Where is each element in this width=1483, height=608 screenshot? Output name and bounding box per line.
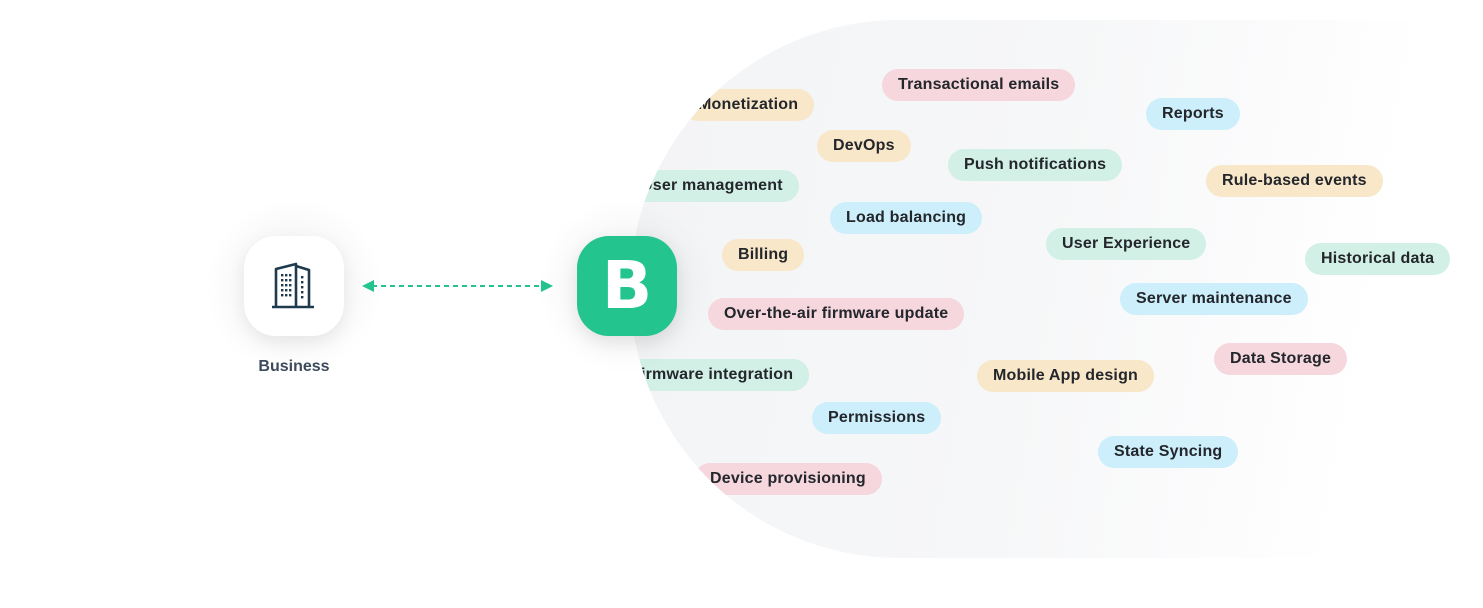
- tag-reports: Reports: [1146, 98, 1240, 130]
- building-icon: [272, 262, 314, 309]
- tag-permissions: Permissions: [812, 402, 942, 434]
- tag-server-maintenance: Server maintenance: [1120, 283, 1308, 315]
- tag-rule-based-events: Rule-based events: [1206, 165, 1383, 197]
- business-node: [244, 236, 344, 336]
- tag-ota-firmware-update: Over-the-air firmware update: [708, 298, 965, 330]
- bidirectional-arrow-connector: [362, 280, 553, 292]
- tag-transactional-emails: Transactional emails: [882, 69, 1076, 101]
- business-label: Business: [258, 358, 330, 375]
- features-cloud: Transactional emails Monetization Report…: [630, 20, 1483, 558]
- tag-user-experience: User Experience: [1046, 228, 1207, 260]
- tag-devops: DevOps: [817, 130, 911, 162]
- tag-push-notifications: Push notifications: [948, 149, 1123, 181]
- tag-state-syncing: State Syncing: [1098, 436, 1239, 468]
- tag-device-provisioning: Device provisioning: [694, 463, 882, 495]
- brand-letter: B: [601, 247, 653, 324]
- tag-user-management: User management: [630, 170, 799, 202]
- tag-mobile-app-design: Mobile App design: [977, 360, 1155, 392]
- tag-data-storage: Data Storage: [1214, 343, 1348, 375]
- tag-billing: Billing: [722, 239, 805, 271]
- tag-monetization: Monetization: [682, 89, 815, 121]
- brand-logo: B: [577, 236, 677, 336]
- tag-historical-data: Historical data: [1305, 243, 1451, 275]
- arrow-left-icon: [362, 280, 374, 292]
- tag-load-balancing: Load balancing: [830, 202, 983, 234]
